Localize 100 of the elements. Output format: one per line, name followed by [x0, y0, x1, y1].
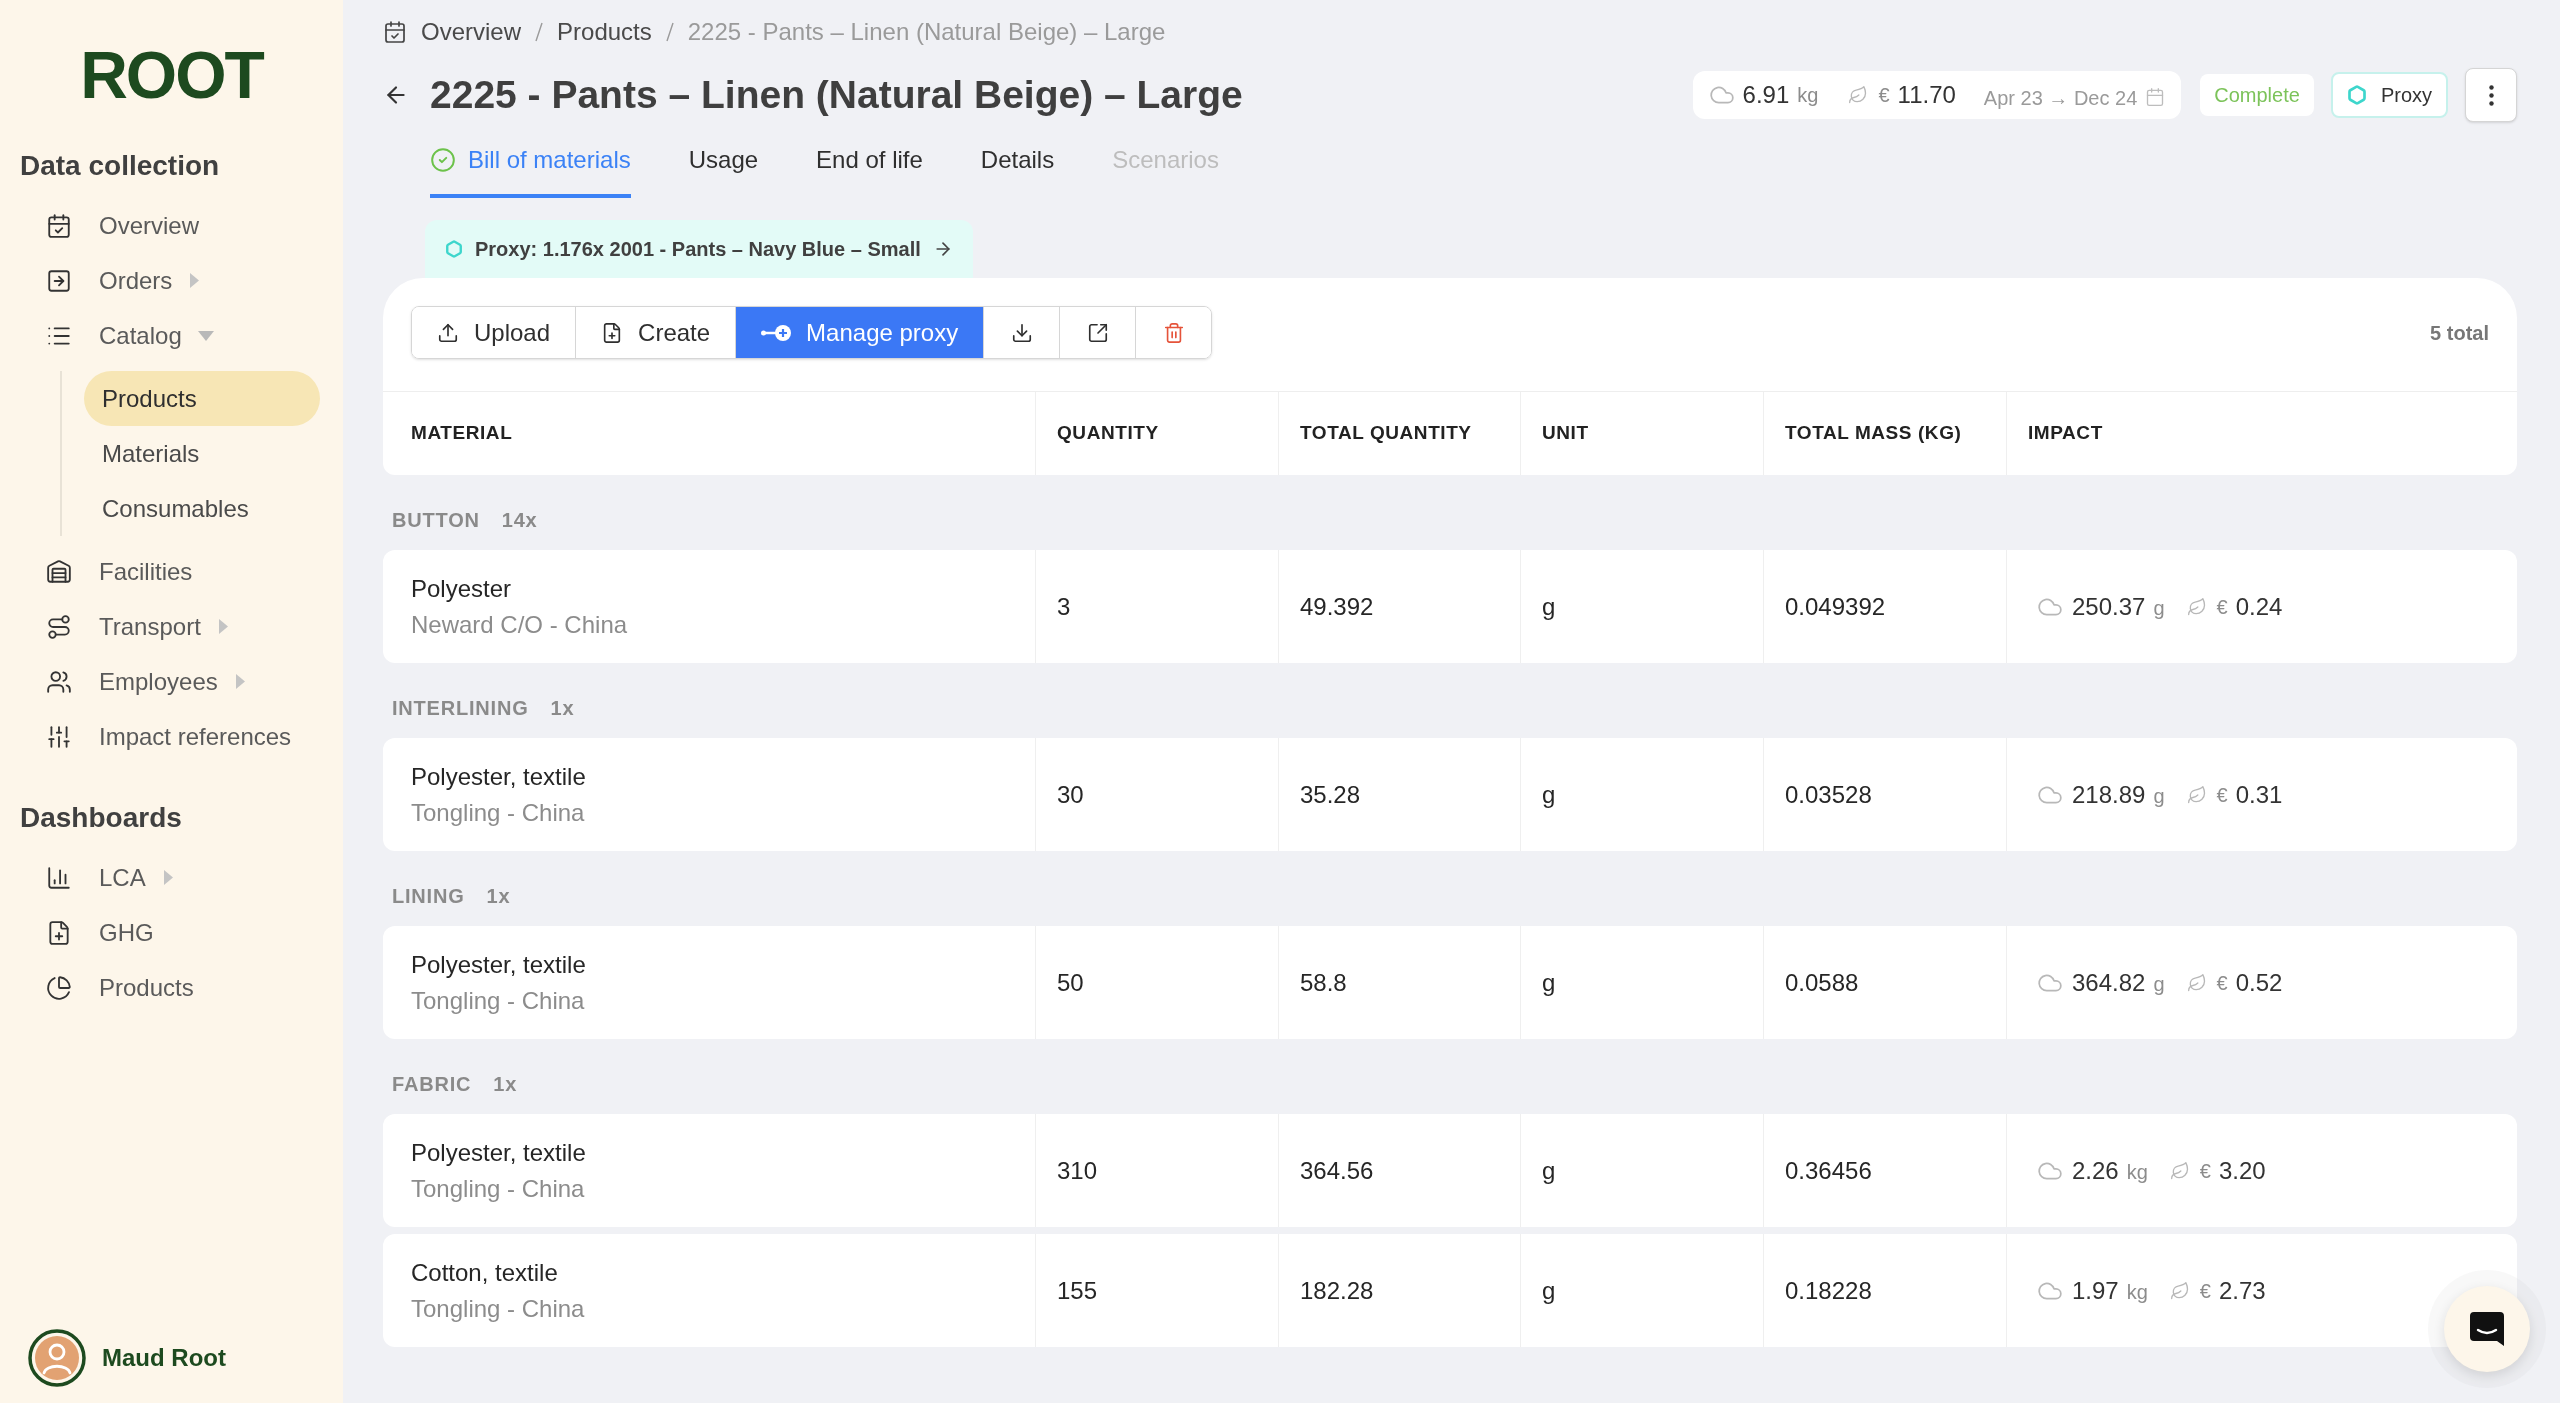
group-count: 1x — [550, 696, 575, 721]
sidebar-item[interactable]: Catalog — [0, 308, 343, 363]
sidebar-item[interactable]: Orders — [0, 253, 343, 308]
currency-label: € — [1878, 83, 1890, 108]
co2-unit: g — [2153, 972, 2165, 997]
breadcrumb-link[interactable]: Products — [557, 14, 652, 50]
sidebar-item[interactable]: Impact references — [0, 709, 343, 764]
pie-chart-icon — [46, 974, 72, 1001]
supplier-name: Tongling - China — [411, 1173, 586, 1204]
chat-button[interactable] — [2444, 1286, 2530, 1372]
quantity-value: 30 — [1057, 779, 1084, 810]
quantity-value: 50 — [1057, 967, 1084, 998]
column-header: UNIT — [1542, 421, 1589, 446]
material-name: Cotton, textile — [411, 1257, 559, 1288]
material-name: Polyester — [411, 573, 513, 604]
toolbar-button[interactable]: Upload — [412, 307, 577, 358]
group-count: 14x — [501, 508, 538, 533]
quantity-value: 155 — [1057, 1275, 1098, 1306]
section-heading: Data collection — [20, 149, 220, 183]
breadcrumb-current: 2225 - Pants – Linen (Natural Beige) – Large — [687, 17, 1166, 47]
user-menu[interactable]: Maud Root — [28, 1329, 226, 1387]
group-name: INTERLINING — [392, 696, 529, 721]
sidebar-item[interactable]: GHG — [0, 905, 343, 960]
delete-button[interactable] — [1136, 307, 1212, 358]
material-name: Polyester, textile — [411, 949, 587, 980]
cost-value: 0.52 — [2235, 967, 2283, 998]
column-header: TOTAL QUANTITY — [1300, 421, 1472, 446]
breadcrumb-link[interactable]: Overview — [421, 14, 522, 50]
upload-icon — [437, 321, 459, 344]
unit-value: g — [1542, 779, 1556, 810]
quantity-value: 3 — [1057, 591, 1071, 622]
total-quantity-value: 364.56 — [1300, 1155, 1374, 1186]
warehouse-icon — [46, 558, 72, 585]
total-quantity-value: 49.392 — [1300, 591, 1374, 622]
proxy-button[interactable]: Proxy — [2330, 72, 2448, 118]
total-count: 5 total — [2430, 320, 2489, 346]
external-link-icon — [1086, 321, 1109, 344]
toolbar-button[interactable]: Manage proxy — [736, 307, 985, 358]
more-icon — [2488, 84, 2494, 106]
tab[interactable]: Details — [980, 142, 1055, 198]
export-button[interactable] — [1060, 307, 1137, 358]
calendar-check-icon — [383, 20, 407, 44]
column-header: QUANTITY — [1057, 421, 1159, 446]
column-header: IMPACT — [2028, 421, 2103, 446]
group-count: 1x — [486, 884, 511, 909]
route-icon — [46, 613, 72, 640]
sidebar-item[interactable]: LCA — [0, 850, 343, 905]
co2-value: 6.91 — [1742, 80, 1790, 110]
total-mass-value: 0.0588 — [1785, 967, 1859, 998]
sidebar-item[interactable]: Overview — [0, 198, 343, 253]
download-icon — [1010, 321, 1033, 344]
sidebar-item[interactable]: Employees — [0, 654, 343, 709]
status-badge: Complete — [2200, 74, 2314, 116]
sidebar-subitem[interactable]: Materials — [84, 426, 320, 481]
sidebar-item[interactable]: Products — [0, 960, 343, 1015]
tab[interactable]: End of life — [816, 142, 923, 198]
group-name: LINING — [392, 884, 465, 909]
total-mass-value: 0.049392 — [1785, 591, 1886, 622]
total-quantity-value: 35.28 — [1300, 779, 1361, 810]
group-count: 1x — [493, 1072, 518, 1097]
co2-value: 364.82 — [2072, 967, 2146, 998]
currency-label: € — [2199, 1158, 2211, 1184]
sidebar-subitem[interactable]: Consumables — [84, 481, 320, 536]
co2-unit: g — [2153, 784, 2165, 809]
users-icon — [46, 668, 72, 695]
hexagon-icon — [445, 240, 463, 258]
leaf-icon — [2169, 1160, 2190, 1181]
proxy-link[interactable]: Proxy: 1.176x 2001 - Pants – Navy Blue – Small — [425, 220, 973, 278]
unit-value: g — [1542, 591, 1556, 622]
calendar-icon — [2145, 87, 2166, 107]
cost-value: 3.20 — [2218, 1155, 2266, 1186]
date-range: Apr 23 → Dec 24 — [1983, 86, 2138, 111]
cost-value: 0.24 — [2235, 591, 2283, 622]
toolbar-button[interactable]: Create — [576, 307, 737, 358]
calendar-check-icon — [46, 212, 72, 239]
total-mass-value: 0.03528 — [1785, 779, 1872, 810]
slash-icon — [535, 22, 544, 42]
co2-value: 2.26 — [2072, 1155, 2119, 1186]
column-header: TOTAL MASS (KG) — [1785, 421, 1962, 446]
sliders-icon — [46, 723, 72, 750]
arrow-into-box-icon — [46, 267, 72, 294]
currency-label: € — [2216, 594, 2228, 620]
cost-value: 2.73 — [2218, 1275, 2266, 1306]
total-mass-value: 0.18228 — [1785, 1275, 1872, 1306]
more-button[interactable] — [2465, 68, 2517, 122]
currency-label: € — [2199, 1278, 2211, 1304]
tab[interactable]: Usage — [688, 142, 759, 198]
group-name: BUTTON — [392, 508, 480, 533]
sidebar-item[interactable]: Transport — [0, 599, 343, 654]
section-heading: Dashboards — [20, 801, 182, 835]
sidebar-item[interactable]: Facilities — [0, 544, 343, 599]
unit-value: g — [1542, 967, 1556, 998]
leaf-icon — [2186, 596, 2207, 617]
leaf-icon — [2169, 1280, 2190, 1301]
download-button[interactable] — [984, 307, 1061, 358]
connector-plus-icon — [761, 324, 792, 341]
co2-unit: kg — [2126, 1280, 2148, 1305]
sidebar-subitem[interactable]: Products — [84, 371, 320, 426]
file-plus-icon — [46, 919, 72, 946]
slash-icon — [665, 22, 674, 42]
